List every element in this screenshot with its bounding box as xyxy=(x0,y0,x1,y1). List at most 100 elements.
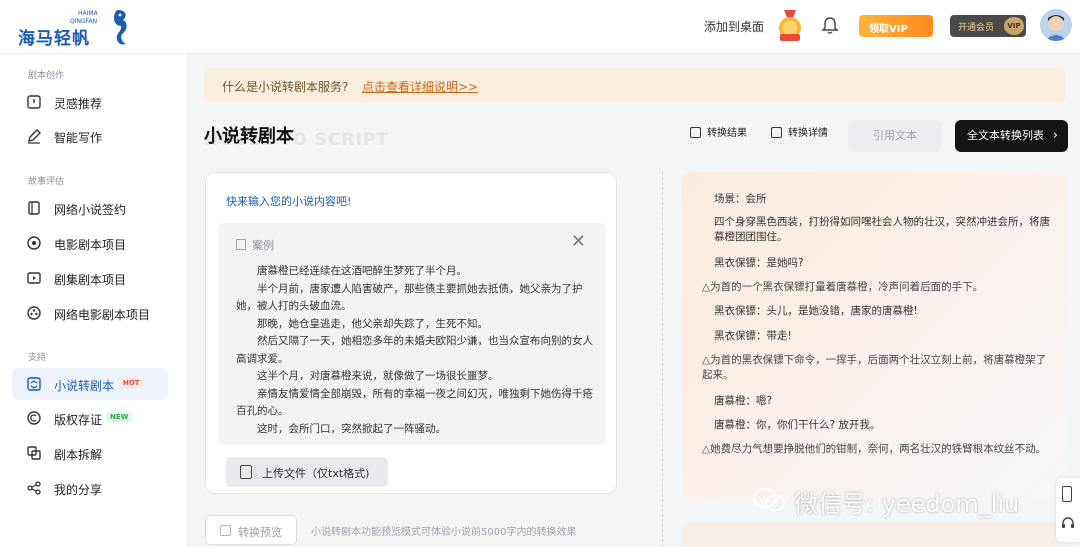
sidebar-item-series-script[interactable]: 剧集剧本项目 xyxy=(12,262,168,294)
mobile-icon[interactable] xyxy=(1062,486,1072,502)
sidebar-item-label: 灵感推荐 xyxy=(54,97,103,111)
upload-file-button[interactable]: 上传文件（仅txt格式) xyxy=(226,457,388,487)
watermark: 微信号: yeedom_liu xyxy=(794,490,1020,518)
example-paragraph: 这半个月，对唐慕橙来说，就像做了一场很长噩梦。 xyxy=(257,370,499,382)
script-line: 黑衣保镖：头儿，是她没错，唐家的唐慕橙! xyxy=(714,305,918,317)
convert-icon xyxy=(27,377,41,391)
seahorse-logo-icon xyxy=(114,10,127,45)
sidebar-item-inspiration[interactable]: 灵感推荐 xyxy=(12,86,168,118)
sidebar-item-script-split[interactable]: 剧本拆解 xyxy=(12,437,168,469)
sidebar-item-label: 剧本拆解 xyxy=(54,448,103,462)
preview-icon xyxy=(220,525,231,536)
wechat-icon xyxy=(753,488,785,512)
sidebar-item-copyright[interactable]: 版权存证 NEW xyxy=(12,402,168,434)
upload-file-label: 上传文件（仅txt格式) xyxy=(262,467,370,480)
preview-note: 小说转剧本功能预览模式可体验小说前5000字内的转换效果 xyxy=(311,527,577,538)
conversion-preview-label: 转换预览 xyxy=(238,526,282,539)
close-icon[interactable]: ✕ xyxy=(571,231,586,252)
script-line: 黑衣保镖：是她吗? xyxy=(714,257,804,269)
script-line: 唐慕橙：嗯? xyxy=(714,395,773,407)
example-paragraph: 唐慕橙已经连续在这酒吧醉生梦死了半个月。 xyxy=(257,265,467,277)
sidebar-item-label: 网络小说签约 xyxy=(54,203,127,217)
sidebar-item-film-script[interactable]: 电影剧本项目 xyxy=(12,227,168,259)
logo-cn: 海马轻帆 xyxy=(18,29,90,49)
sidebar-item-label: 网络电影剧本项目 xyxy=(54,308,151,322)
vip-tag: VIP xyxy=(1004,17,1024,35)
banner-details-link[interactable]: 点击查看详细说明>> xyxy=(362,78,478,95)
open-membership-label: 开通会员 xyxy=(958,23,995,33)
conversion-preview-button[interactable]: 转换预览 xyxy=(205,515,297,545)
open-membership-button[interactable]: 开通会员 VIP xyxy=(950,15,1026,37)
section-title-evaluation: 故事评估 xyxy=(28,177,65,187)
upload-file-icon xyxy=(240,465,252,479)
info-banner: 什么是小说转剧本服务? 点击查看详细说明>> xyxy=(204,68,1066,102)
get-vip-button[interactable]: 领取VIP xyxy=(859,15,933,37)
inspiration-icon xyxy=(27,95,41,109)
headset-icon[interactable] xyxy=(1061,516,1075,530)
fulltext-conversion-list-label: 全文本转换列表 xyxy=(967,129,1044,142)
tab-conversion-result[interactable]: 转换结果 xyxy=(690,124,747,144)
example-label: 案例 xyxy=(252,239,274,252)
quote-text-label: 引用文本 xyxy=(873,129,917,142)
chevron-right-icon: › xyxy=(1052,128,1058,143)
floating-tools xyxy=(1056,478,1080,542)
sidebar-item-label: 版权存证 xyxy=(54,413,103,427)
sidebar-item-smart-writing[interactable]: 智能写作 xyxy=(12,120,168,152)
example-paragraph: 那晚，她仓皇逃走，他父亲却失踪了，生死不知。 xyxy=(257,317,488,330)
example-text: 唐慕橙已经连续在这酒吧醉生梦死了半个月。 半个月前，唐家遭人陷害破产，那些债主要… xyxy=(236,263,596,438)
sidebar-item-web-film-script[interactable]: 网络电影剧本项目 xyxy=(12,297,168,329)
bell-icon[interactable] xyxy=(820,16,840,36)
section-title-support: 支持 xyxy=(28,353,47,363)
get-vip-label: 领取VIP xyxy=(869,24,908,35)
script-line: 唐慕橙：你，你们干什么? 放开我。 xyxy=(714,419,881,431)
hot-badge: HOT xyxy=(119,378,144,388)
split-icon xyxy=(27,446,41,460)
quote-text-button[interactable]: 引用文本 xyxy=(848,120,942,152)
script-line: △为首的一个黑衣保镖打量着唐慕橙，冷声问着后面的手下。 xyxy=(702,281,984,293)
logo-en-line1: HAIMA xyxy=(78,10,98,17)
example-paragraph: 半个月前，唐家遭人陷害破产，那些债主要抓她去抵债，她父亲为了护她，被人打的头破血… xyxy=(236,282,583,313)
sidebar-item-web-novel[interactable]: 网络小说签约 xyxy=(12,192,168,224)
sidebar-item-novel-to-script[interactable]: 小说转剧本 HOT xyxy=(12,368,168,400)
next-result-card xyxy=(682,522,1068,547)
script-line: △她费尽力气想要挣脱他们的钳制，奈何，两名壮汉的铁臂根本纹丝不动。 xyxy=(702,443,1047,455)
avatar-icon xyxy=(1040,9,1072,41)
film-icon xyxy=(27,236,41,250)
example-paragraph: 这时，会所门口，突然掀起了一阵骚动。 xyxy=(257,422,446,435)
sidebar: 剧本创作 灵感推荐 智能写作 故事评估 网络小说签约 电影剧本项目 剧集剧本项目… xyxy=(0,54,186,547)
panel-divider xyxy=(662,172,663,547)
tv-icon xyxy=(27,272,41,284)
tab-conversion-detail[interactable]: 转换详情 xyxy=(771,124,828,144)
example-paragraph: 亲情友情爱情全部崩毁，所有的幸福一夜之间幻灭，唯独剩下她伤得千疮百孔的心。 xyxy=(236,387,593,418)
tab-conversion-result-label: 转换结果 xyxy=(707,128,747,139)
top-bar: HAIMA QINGFAN 海马轻帆 添加到桌面 领取VIP 开通会员 VIP xyxy=(0,0,1080,54)
page-title: 小说转剧本 xyxy=(204,126,294,147)
web-film-icon xyxy=(27,306,41,320)
script-line: 四个身穿黑色西装，打扮得如同嘿社会人物的壮汉，突然冲进会所，将唐慕橙团团围住。 xyxy=(714,216,1050,243)
sidebar-item-my-share[interactable]: 我的分享 xyxy=(12,472,168,504)
input-prompt: 快来输入您的小说内容吧! xyxy=(226,195,352,208)
novel-input-panel[interactable]: 快来输入您的小说内容吧! 案例 ✕ 唐慕橙已经连续在这酒吧醉生梦死了半个月。 半… xyxy=(205,172,617,494)
script-line: 场景：会所 xyxy=(714,193,767,205)
sidebar-item-label: 剧集剧本项目 xyxy=(54,273,127,287)
banner-question: 什么是小说转剧本服务? xyxy=(222,80,349,94)
medal-icon[interactable] xyxy=(776,10,804,42)
add-to-desktop-link[interactable]: 添加到桌面 xyxy=(704,18,764,35)
sidebar-item-label: 智能写作 xyxy=(54,131,103,145)
new-badge: NEW xyxy=(106,412,133,422)
example-paragraph: 然后又隔了一天，她相恋多年的未婚夫欧阳少谦，也当众宣布向别的女人高调求爱。 xyxy=(236,335,593,365)
pen-icon xyxy=(28,129,41,144)
example-doc-icon xyxy=(236,239,246,250)
logo[interactable]: HAIMA QINGFAN 海马轻帆 xyxy=(18,8,127,49)
document-icon xyxy=(690,127,701,138)
script-result-panel: 场景：会所 四个身穿黑色西装，打扮得如同嘿社会人物的壮汉，突然冲进会所，将唐慕橙… xyxy=(682,172,1068,500)
book-icon xyxy=(28,201,40,215)
avatar[interactable] xyxy=(1040,9,1072,41)
copyright-icon xyxy=(27,411,41,425)
script-line: △为首的黑衣保镖下命令，一挥手，后面两个壮汉立刻上前，将唐慕橙架了起来。 xyxy=(702,354,1047,381)
sidebar-item-label: 电影剧本项目 xyxy=(54,238,127,252)
fulltext-conversion-list-button[interactable]: 全文本转换列表 › xyxy=(955,120,1068,152)
section-title-creation: 剧本创作 xyxy=(28,71,65,81)
share-icon xyxy=(27,481,41,495)
tab-conversion-detail-label: 转换详情 xyxy=(788,128,828,139)
